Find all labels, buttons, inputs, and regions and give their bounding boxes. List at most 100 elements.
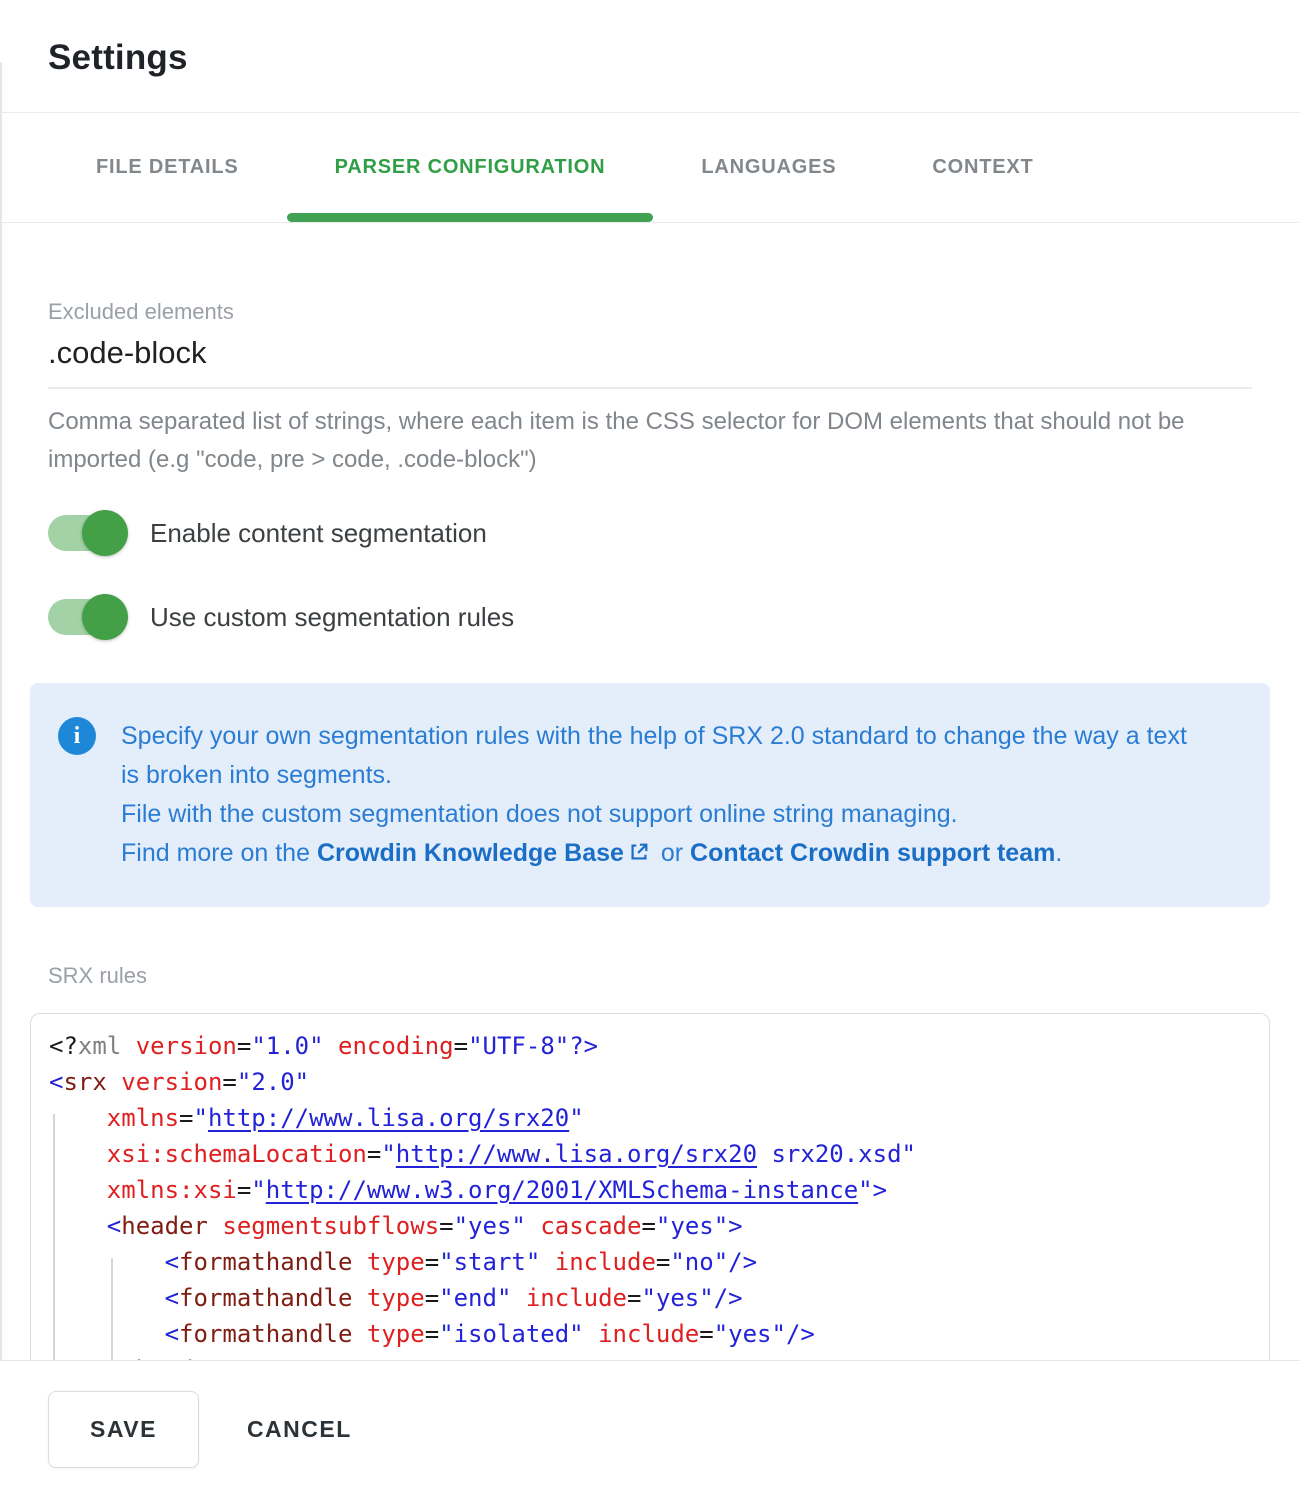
code-token: http://www.lisa.org/srx20: [208, 1104, 569, 1132]
code-token: "isolated": [439, 1320, 584, 1348]
toggle-thumb[interactable]: [82, 510, 128, 556]
code-token: =: [425, 1284, 439, 1312]
code-token: [121, 1032, 135, 1060]
code-token: [584, 1320, 598, 1348]
code-token: http://www.lisa.org/srx20: [396, 1140, 757, 1168]
code-token: segmentsubflows: [222, 1212, 439, 1240]
srx-rules-code[interactable]: <?xml version="1.0" encoding="UTF-8"?><s…: [31, 1014, 1269, 1390]
code-token: type: [367, 1248, 425, 1276]
tab-parser-configuration[interactable]: PARSER CONFIGURATION: [287, 113, 654, 222]
code-token: [526, 1212, 540, 1240]
code-token: ": [194, 1104, 208, 1132]
code-token: =: [699, 1320, 713, 1348]
code-token: srx20.xsd": [757, 1140, 916, 1168]
code-token: =: [237, 1176, 251, 1204]
code-token: <: [107, 1212, 121, 1240]
cancel-button[interactable]: CANCEL: [237, 1392, 362, 1467]
srx-rules-editor[interactable]: <?xml version="1.0" encoding="UTF-8"?><s…: [30, 1013, 1270, 1390]
code-token: ": [251, 1176, 265, 1204]
footer: SAVE CANCEL: [0, 1360, 1300, 1498]
code-token: "yes": [656, 1212, 728, 1240]
excluded-elements-label: Excluded elements: [48, 299, 1252, 325]
indent-guide: [53, 1114, 55, 1390]
code-token: "yes": [714, 1320, 786, 1348]
code-token: >: [728, 1212, 742, 1240]
tab-context[interactable]: CONTEXT: [884, 113, 1081, 222]
code-token: "end": [439, 1284, 511, 1312]
code-token: =: [439, 1212, 453, 1240]
code-token: xmlns:xsi: [107, 1176, 237, 1204]
code-token: xsi:schemaLocation: [107, 1140, 367, 1168]
code-token: "no": [670, 1248, 728, 1276]
toggle-row-enable-content-segmentation: Enable content segmentation: [48, 509, 1252, 557]
info-line: Specify your own segmentation rules with…: [121, 717, 1201, 795]
code-token: <: [165, 1248, 179, 1276]
code-token: formathandle: [179, 1248, 352, 1276]
code-token: "start": [439, 1248, 540, 1276]
code-token: [49, 1284, 165, 1312]
tab-languages[interactable]: LANGUAGES: [653, 113, 884, 222]
code-token: "yes": [454, 1212, 526, 1240]
tab-file-details[interactable]: FILE DETAILS: [48, 113, 287, 222]
excluded-elements-input[interactable]: [48, 335, 1252, 371]
code-token: "2.0": [237, 1068, 309, 1096]
code-token: [49, 1140, 107, 1168]
code-token: formathandle: [179, 1320, 352, 1348]
code-line: <formathandle type="end" include="yes"/>: [49, 1280, 1251, 1316]
code-line: <formathandle type="start" include="no"/…: [49, 1244, 1251, 1280]
crowdin-knowledge-base-link[interactable]: Crowdin Knowledge Base: [317, 839, 624, 867]
contact-crowdin-support-team-link[interactable]: Contact Crowdin support team: [690, 839, 1055, 867]
toggle-thumb[interactable]: [82, 594, 128, 640]
code-token: [324, 1032, 338, 1060]
save-button[interactable]: SAVE: [48, 1391, 199, 1468]
info-icon: i: [58, 717, 96, 755]
code-token: cascade: [540, 1212, 641, 1240]
code-token: [352, 1284, 366, 1312]
info-line: Find more on the Crowdin Knowledge Base …: [121, 834, 1201, 873]
code-token: xml: [78, 1032, 121, 1060]
toggles-group: Enable content segmentationUse custom se…: [48, 509, 1252, 641]
code-line: xmlns="http://www.lisa.org/srx20": [49, 1100, 1251, 1136]
code-token: <: [49, 1068, 63, 1096]
code-token: "1.0": [251, 1032, 323, 1060]
excluded-elements-helper: Comma separated list of strings, where e…: [48, 403, 1208, 479]
code-token: include: [526, 1284, 627, 1312]
code-token: [511, 1284, 525, 1312]
code-token: />: [728, 1248, 757, 1276]
info-line: File with the custom segmentation does n…: [121, 795, 1201, 834]
code-token: ": [569, 1104, 583, 1132]
toggle-enable-content-segmentation[interactable]: [48, 515, 124, 551]
code-token: =: [367, 1140, 381, 1168]
code-token: [540, 1248, 554, 1276]
code-token: =: [454, 1032, 468, 1060]
toggle-label: Enable content segmentation: [150, 518, 487, 549]
code-token: xmlns: [107, 1104, 179, 1132]
code-token: [49, 1104, 107, 1132]
code-token: [49, 1212, 107, 1240]
code-token: [49, 1248, 165, 1276]
page-title: Settings: [48, 38, 1252, 78]
code-token: />: [786, 1320, 815, 1348]
main-content: Excluded elements Comma separated list o…: [0, 299, 1300, 1390]
code-token: [208, 1212, 222, 1240]
code-token: =: [425, 1320, 439, 1348]
info-box-lines: Specify your own segmentation rules with…: [121, 717, 1230, 873]
excluded-elements-field: Excluded elements: [48, 299, 1252, 389]
code-token: [49, 1320, 165, 1348]
code-token: =: [237, 1032, 251, 1060]
code-token: header: [121, 1212, 208, 1240]
external-link-icon[interactable]: [628, 836, 650, 858]
info-box: i Specify your own segmentation rules wi…: [30, 683, 1270, 907]
code-token: ": [381, 1140, 395, 1168]
code-token: [352, 1248, 366, 1276]
panel-left-edge: [0, 62, 2, 1360]
code-token: <?: [49, 1032, 78, 1060]
code-token: srx: [63, 1068, 106, 1096]
code-token: =: [222, 1068, 236, 1096]
code-token: [107, 1068, 121, 1096]
code-token: >: [873, 1176, 887, 1204]
code-token: version: [136, 1032, 237, 1060]
code-token: =: [641, 1212, 655, 1240]
toggle-use-custom-segmentation-rules[interactable]: [48, 599, 124, 635]
code-token: "UTF-8": [468, 1032, 569, 1060]
